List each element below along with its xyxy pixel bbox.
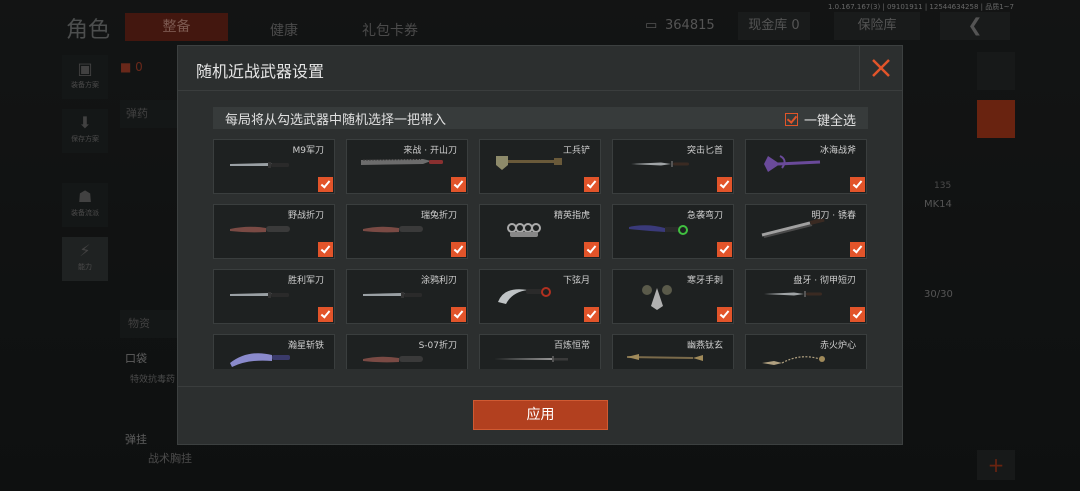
weapon-card[interactable]: 突击匕首	[612, 139, 734, 194]
weapon-card[interactable]: 野战折刀	[213, 204, 335, 259]
weapon-card[interactable]: 明刀 · 锈春	[745, 204, 867, 259]
knife-icon	[230, 162, 289, 168]
info-bar: 每局将从勾选武器中随机选择一把带入 一键全选	[213, 107, 868, 129]
weapon-card[interactable]: 急袭弯刀	[612, 204, 734, 259]
divider	[178, 386, 902, 387]
dagger-icon	[631, 161, 689, 167]
dialog-header: 随机近战武器设置	[178, 46, 902, 91]
checkbox-checked-icon[interactable]	[318, 177, 333, 192]
checkbox-checked-icon[interactable]	[850, 177, 865, 192]
folding-knife-icon	[230, 226, 290, 233]
weapon-card[interactable]: 瑞兔折刀	[346, 204, 468, 259]
weapon-card[interactable]: 瀚星斩铁	[213, 334, 335, 369]
checkbox-checked-icon[interactable]	[451, 177, 466, 192]
info-text: 每局将从勾选武器中随机选择一把带入	[225, 113, 447, 128]
weapon-card[interactable]: S-07折刀	[346, 334, 468, 369]
weapon-card[interactable]: 工兵铲	[479, 139, 601, 194]
blade-icon	[761, 219, 825, 238]
folding-knife-icon	[363, 356, 423, 363]
close-button[interactable]	[859, 46, 902, 90]
checkbox-icon	[784, 113, 798, 126]
weapon-grid: M9军刀 来战 · 开山刀 工兵铲 突击匕首 冰海战斧野战折刀 瑞兔折刀 精英指虎 急袭弯刀明…	[213, 139, 869, 369]
weapon-card[interactable]: 幽燕钛玄	[612, 334, 734, 369]
sword-icon	[494, 356, 568, 362]
weapon-card[interactable]: 盘牙 · 彻甲短刃	[745, 269, 867, 324]
dagger-icon	[764, 291, 822, 297]
weapon-card[interactable]: M9军刀	[213, 139, 335, 194]
select-all-checkbox[interactable]: 一键全选	[784, 110, 856, 129]
axe-icon	[764, 155, 821, 172]
curved-blade-icon	[629, 225, 688, 235]
knife-icon	[230, 292, 289, 298]
machete-icon	[361, 159, 443, 165]
select-all-label: 一键全选	[803, 114, 856, 129]
checkbox-checked-icon[interactable]	[717, 242, 732, 257]
karambit-icon	[498, 287, 551, 304]
close-icon	[872, 59, 890, 77]
checkbox-checked-icon[interactable]	[451, 307, 466, 322]
shovel-icon	[496, 156, 562, 170]
apply-button[interactable]: 应用	[473, 400, 608, 430]
dialog-title: 随机近战武器设置	[196, 62, 325, 81]
checkbox-checked-icon[interactable]	[717, 177, 732, 192]
weapon-card[interactable]: 冰海战斧	[745, 139, 867, 194]
cleaver-icon	[230, 353, 290, 367]
weapon-card[interactable]: 下弦月	[479, 269, 601, 324]
weapon-card[interactable]: 寒牙手刺	[612, 269, 734, 324]
checkbox-checked-icon[interactable]	[850, 307, 865, 322]
weapon-card[interactable]: 涂鸦利刃	[346, 269, 468, 324]
push-dagger-icon	[642, 285, 672, 310]
weapon-card[interactable]: 百炼恒常	[479, 334, 601, 369]
checkbox-checked-icon[interactable]	[584, 307, 599, 322]
folding-knife-icon	[363, 226, 423, 233]
checkbox-checked-icon[interactable]	[318, 307, 333, 322]
spear-icon	[627, 354, 703, 361]
chain-blade-icon	[762, 356, 825, 365]
weapon-card[interactable]: 胜利军刀	[213, 269, 335, 324]
checkbox-checked-icon[interactable]	[451, 242, 466, 257]
melee-settings-dialog: 随机近战武器设置 每局将从勾选武器中随机选择一把带入 一键全选 M9军刀 来战 ·…	[177, 45, 903, 445]
checkbox-checked-icon[interactable]	[584, 242, 599, 257]
knuckles-icon	[507, 223, 541, 237]
checkbox-checked-icon[interactable]	[584, 177, 599, 192]
checkbox-checked-icon[interactable]	[318, 242, 333, 257]
checkbox-checked-icon[interactable]	[717, 307, 732, 322]
weapon-card[interactable]: 赤火炉心	[745, 334, 867, 369]
weapon-card[interactable]: 精英指虎	[479, 204, 601, 259]
knife-icon	[363, 292, 422, 298]
weapon-card[interactable]: 来战 · 开山刀	[346, 139, 468, 194]
checkbox-checked-icon[interactable]	[850, 242, 865, 257]
